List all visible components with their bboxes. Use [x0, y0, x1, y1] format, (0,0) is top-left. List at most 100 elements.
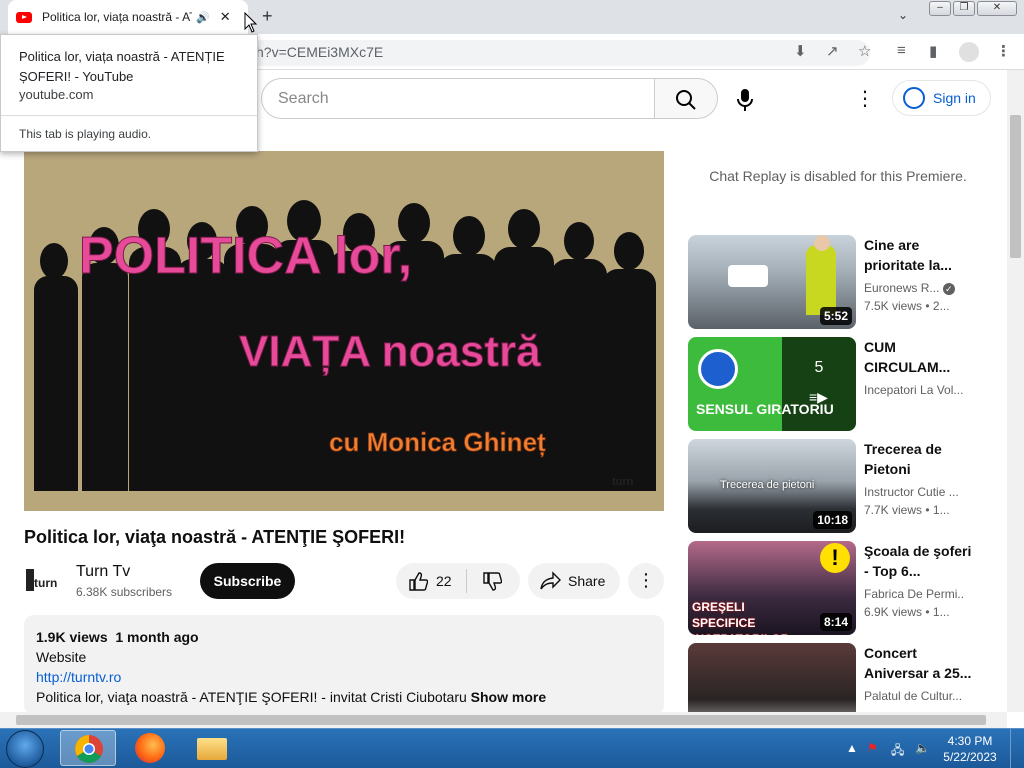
video-thumbnail-silhouettes: POLITICA lor, VIAȚA noastră cu Monica Gh… [24, 151, 664, 511]
verified-check-icon: ✓ [942, 283, 955, 295]
show-more-button[interactable]: Show more [471, 689, 546, 705]
recommended-video[interactable]: Trecerea de pietoni 10:18 Trecerea de Pi… [688, 439, 988, 533]
voice-search-mic-icon[interactable] [731, 86, 759, 114]
bookmark-star-icon[interactable]: ☆ [858, 42, 871, 60]
recommended-video[interactable]: Concert Aniversar a 25... Palatul de Cul… [688, 643, 988, 712]
mouse-cursor-icon [244, 12, 258, 33]
website-link[interactable]: http://turntv.ro [36, 669, 121, 685]
search-icon [676, 90, 696, 110]
video-thumbnail[interactable]: ! GREŞELI SPECIFICE INCEPATORILOR 8:14 [688, 541, 856, 635]
profile-avatar-icon[interactable] [959, 42, 979, 62]
overlay-line1: POLITICA lor, [79, 227, 412, 285]
like-count: 22 [436, 573, 452, 589]
clock-date: 5/22/2023 [943, 750, 997, 764]
hover-card-title: Politica lor, viața noastră - ATENȚIE ȘO… [19, 49, 225, 84]
share-page-icon[interactable]: ↗ [826, 42, 839, 60]
video-duration: 8:14 [819, 613, 852, 631]
video-title[interactable]: Şcoala de şoferi - Top 6... [864, 541, 972, 581]
recommended-video[interactable]: 5:52 Cine are prioritate la... Euronews … [688, 235, 988, 329]
description-line2: Politica lor, viaţa noastră - ATENŢIE ŞO… [36, 689, 467, 705]
channel-name[interactable]: Palatul de Cultur... [864, 689, 964, 703]
video-title[interactable]: Cine are prioritate la... [864, 235, 972, 275]
overlay-line2: VIAȚA noastră [239, 327, 541, 376]
dislike-thumb-icon[interactable] [482, 572, 502, 592]
settings-menu-icon[interactable]: ⋮ [855, 86, 875, 112]
playlist-count: 5 [814, 359, 824, 376]
volume-icon[interactable]: 🔈 [915, 741, 930, 755]
subscribe-button[interactable]: Subscribe [200, 563, 295, 599]
video-thumbnail[interactable]: 5:52 [688, 235, 856, 329]
browser-menu-icon[interactable]: ⋮ [996, 42, 1011, 60]
video-title: Politica lor, viaţa noastră - ATENŢIE ŞO… [24, 527, 406, 547]
maximize-button[interactable]: ❐ [953, 1, 975, 16]
share-arrow-icon [540, 571, 561, 590]
share-label: Share [568, 573, 606, 589]
description-line1: Website [36, 649, 87, 665]
tab-title: Politica lor, viața noastră - AT [42, 10, 192, 24]
hover-card-divider [1, 115, 257, 116]
browser-tab[interactable]: Politica lor, viața noastră - AT 🔊 ✕ [8, 0, 248, 34]
search-button[interactable] [654, 78, 718, 119]
more-actions-icon[interactable]: ⋮ [628, 563, 664, 599]
show-desktop-button[interactable] [1010, 729, 1024, 768]
vertical-scroll-thumb[interactable] [1010, 115, 1021, 258]
explorer-taskbar-button[interactable] [184, 730, 240, 766]
search-input[interactable]: Search [261, 78, 655, 119]
side-panel-icon[interactable]: ▮ [929, 42, 937, 60]
video-duration: 10:18 [813, 511, 852, 529]
description-box[interactable]: 1.9K views 1 month ago Website http://tu… [24, 615, 664, 715]
recommended-video[interactable]: ! GREŞELI SPECIFICE INCEPATORILOR 8:14 Ş… [688, 541, 988, 635]
video-title[interactable]: Concert Aniversar a 25... [864, 643, 972, 683]
firefox-icon [135, 733, 165, 763]
channel-name[interactable]: Incepatori La Vol... [864, 383, 964, 397]
network-icon[interactable]: 🖧 [891, 741, 904, 762]
media-control-icon[interactable]: ≡ [897, 42, 906, 59]
view-count: 7.7K views • 1... [864, 503, 950, 517]
thumbnail-caption: Trecerea de pietoni [720, 479, 815, 491]
share-button[interactable]: Share [528, 563, 620, 599]
sign-in-label: Sign in [933, 90, 976, 106]
video-thumbnail[interactable]: Trecerea de pietoni 10:18 [688, 439, 856, 533]
hover-card-domain: youtube.com [19, 87, 94, 102]
start-button[interactable] [6, 730, 44, 768]
horizontal-scroll-thumb[interactable] [16, 715, 986, 725]
firefox-taskbar-button[interactable] [122, 730, 178, 766]
minimize-button[interactable]: – [929, 1, 951, 16]
like-dislike-group: 22 [396, 563, 520, 599]
channel-name[interactable]: Fabrica De Permi... [864, 587, 964, 601]
flag-icon[interactable]: ⚑ [867, 741, 878, 755]
chrome-taskbar-button[interactable] [60, 730, 116, 766]
recommended-video[interactable]: 5 ≡▶ SENSUL GIRATORIU CUM CIRCULAM... In… [688, 337, 988, 431]
video-title[interactable]: CUM CIRCULAM... [864, 337, 972, 377]
subscriber-count: 6.38K subscribers [76, 585, 173, 599]
close-tab-icon[interactable]: ✕ [220, 9, 231, 25]
hover-card-audio-status: This tab is playing audio. [19, 127, 152, 141]
video-thumbnail[interactable]: 5 ≡▶ SENSUL GIRATORIU [688, 337, 856, 431]
tray-expand-icon[interactable]: ▲ [846, 741, 858, 755]
video-title[interactable]: Trecerea de Pietoni [864, 439, 972, 479]
channel-name[interactable]: Instructor Cutie ... [864, 485, 964, 499]
video-player[interactable]: POLITICA lor, VIAȚA noastră cu Monica Gh… [24, 151, 664, 511]
chat-replay-notice: Chat Replay is disabled for this Premier… [709, 168, 967, 184]
channel-name[interactable]: Turn Tv [76, 563, 130, 581]
channel-avatar[interactable]: turn [24, 565, 64, 595]
video-thumbnail[interactable] [688, 643, 856, 712]
overlay-line3: cu Monica Ghineț [329, 427, 546, 457]
youtube-favicon-icon [16, 11, 32, 23]
install-icon[interactable]: ⬇ [794, 42, 807, 60]
folder-icon [197, 738, 227, 760]
channel-name[interactable]: Euronews R... ✓ [864, 281, 964, 295]
exclamation-icon: ! [820, 543, 850, 573]
close-window-button[interactable]: ✕ [977, 1, 1017, 16]
tab-hover-card: Politica lor, viața noastră - ATENȚIE ȘO… [0, 34, 258, 152]
like-divider [466, 569, 467, 593]
taskbar-clock[interactable]: 4:30 PM 5/22/2023 [940, 733, 1000, 765]
video-watermark: turn [612, 476, 634, 488]
speaker-icon[interactable]: 🔊 [196, 11, 210, 24]
view-count: 7.5K views • 2... [864, 299, 950, 313]
sign-in-button[interactable]: Sign in [892, 80, 991, 116]
new-tab-icon[interactable]: + [262, 6, 273, 27]
like-thumb-icon[interactable] [408, 571, 428, 591]
tab-search-chevron-icon[interactable]: ⌄ [898, 8, 908, 22]
chrome-icon [75, 735, 103, 763]
